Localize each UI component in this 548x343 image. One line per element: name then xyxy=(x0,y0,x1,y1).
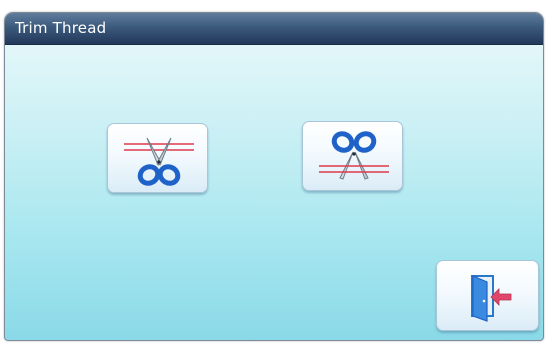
trim-upper-thread-button[interactable] xyxy=(107,123,208,193)
trim-lower-thread-button[interactable] xyxy=(302,121,403,191)
scissors-thread-lower-icon xyxy=(319,131,389,180)
trim-thread-dialog: Trim Thread xyxy=(4,12,544,341)
title-bar: Trim Thread xyxy=(5,13,543,45)
exit-door-icon xyxy=(471,275,512,322)
exit-button[interactable] xyxy=(436,260,539,331)
scissors-thread-upper-icon xyxy=(124,137,194,186)
dialog-title: Trim Thread xyxy=(15,19,107,37)
